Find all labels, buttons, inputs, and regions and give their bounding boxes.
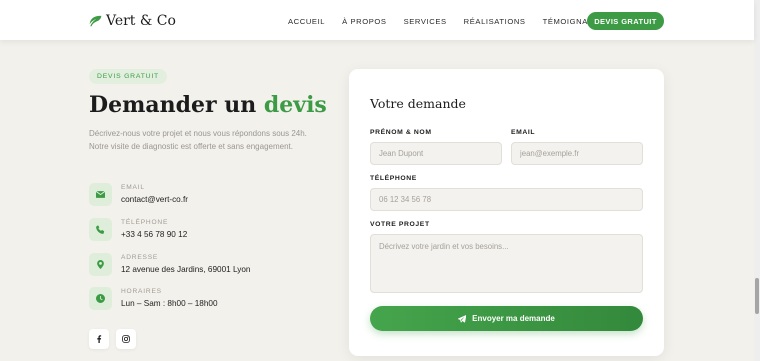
nav-item-a-propos[interactable]: À propos — [342, 17, 386, 26]
header-quote-button[interactable]: Devis gratuit — [587, 12, 664, 30]
logo-text: Vert & Co — [106, 13, 176, 29]
contact-value: Lun – Sam : 8h00 – 18h00 — [121, 299, 218, 308]
site-header: Vert & Co Accueil À propos Services Réal… — [0, 0, 754, 40]
envelope-icon — [89, 183, 112, 206]
contact-label: Horaires — [121, 288, 162, 295]
paper-plane-icon — [458, 314, 467, 323]
contact-value[interactable]: contact@vert-co.fr — [121, 195, 188, 204]
contact-label: Adresse — [121, 254, 159, 261]
clock-icon — [89, 287, 112, 310]
contact-item-hours: Horaires Lun – Sam : 8h00 – 18h00 — [89, 287, 218, 310]
contact-item-address: Adresse 12 avenue des Jardins, 69001 Lyo… — [89, 253, 250, 276]
name-label: Prénom & nom — [370, 129, 432, 136]
section-intro: Décrivez-nous votre projet et nous vous … — [89, 129, 307, 151]
nav-item-realisations[interactable]: Réalisations — [464, 17, 526, 26]
name-field[interactable] — [370, 142, 502, 165]
contact-item-email: Email contact@vert-co.fr — [89, 183, 188, 206]
contact-item-phone: Téléphone +33 4 56 78 90 12 — [89, 218, 187, 241]
quote-form: Votre demande Prénom & nom Email Télépho… — [349, 69, 664, 356]
section-heading: Demander un devis — [89, 92, 327, 118]
email-field[interactable] — [511, 142, 643, 165]
project-textarea[interactable] — [370, 234, 643, 293]
phone-field[interactable] — [370, 188, 643, 211]
main-nav: Accueil À propos Services Réalisations T… — [288, 17, 623, 26]
logo[interactable]: Vert & Co — [89, 13, 176, 29]
page-scrollbar[interactable] — [754, 0, 760, 361]
nav-item-accueil[interactable]: Accueil — [288, 17, 325, 26]
contact-label: Email — [121, 184, 145, 191]
email-label: Email — [511, 129, 536, 136]
contact-value[interactable]: +33 4 56 78 90 12 — [121, 230, 187, 239]
map-pin-icon — [89, 253, 112, 276]
section-badge: Devis gratuit — [89, 69, 168, 84]
project-label: Votre projet — [370, 221, 430, 228]
instagram-icon[interactable] — [116, 329, 136, 349]
nav-item-services[interactable]: Services — [404, 17, 447, 26]
phone-label: Téléphone — [370, 175, 417, 182]
heading-accent: devis — [263, 92, 327, 118]
form-title: Votre demande — [370, 96, 466, 111]
contact-label: Téléphone — [121, 219, 169, 226]
phone-icon — [89, 218, 112, 241]
submit-button[interactable]: Envoyer ma demande — [370, 306, 643, 331]
submit-label: Envoyer ma demande — [472, 314, 555, 323]
contact-value: 12 avenue des Jardins, 69001 Lyon — [121, 265, 251, 274]
scrollbar-thumb[interactable] — [755, 278, 759, 314]
leaf-icon — [89, 15, 102, 27]
facebook-icon[interactable] — [89, 329, 109, 349]
heading-main: Demander un — [89, 92, 257, 118]
